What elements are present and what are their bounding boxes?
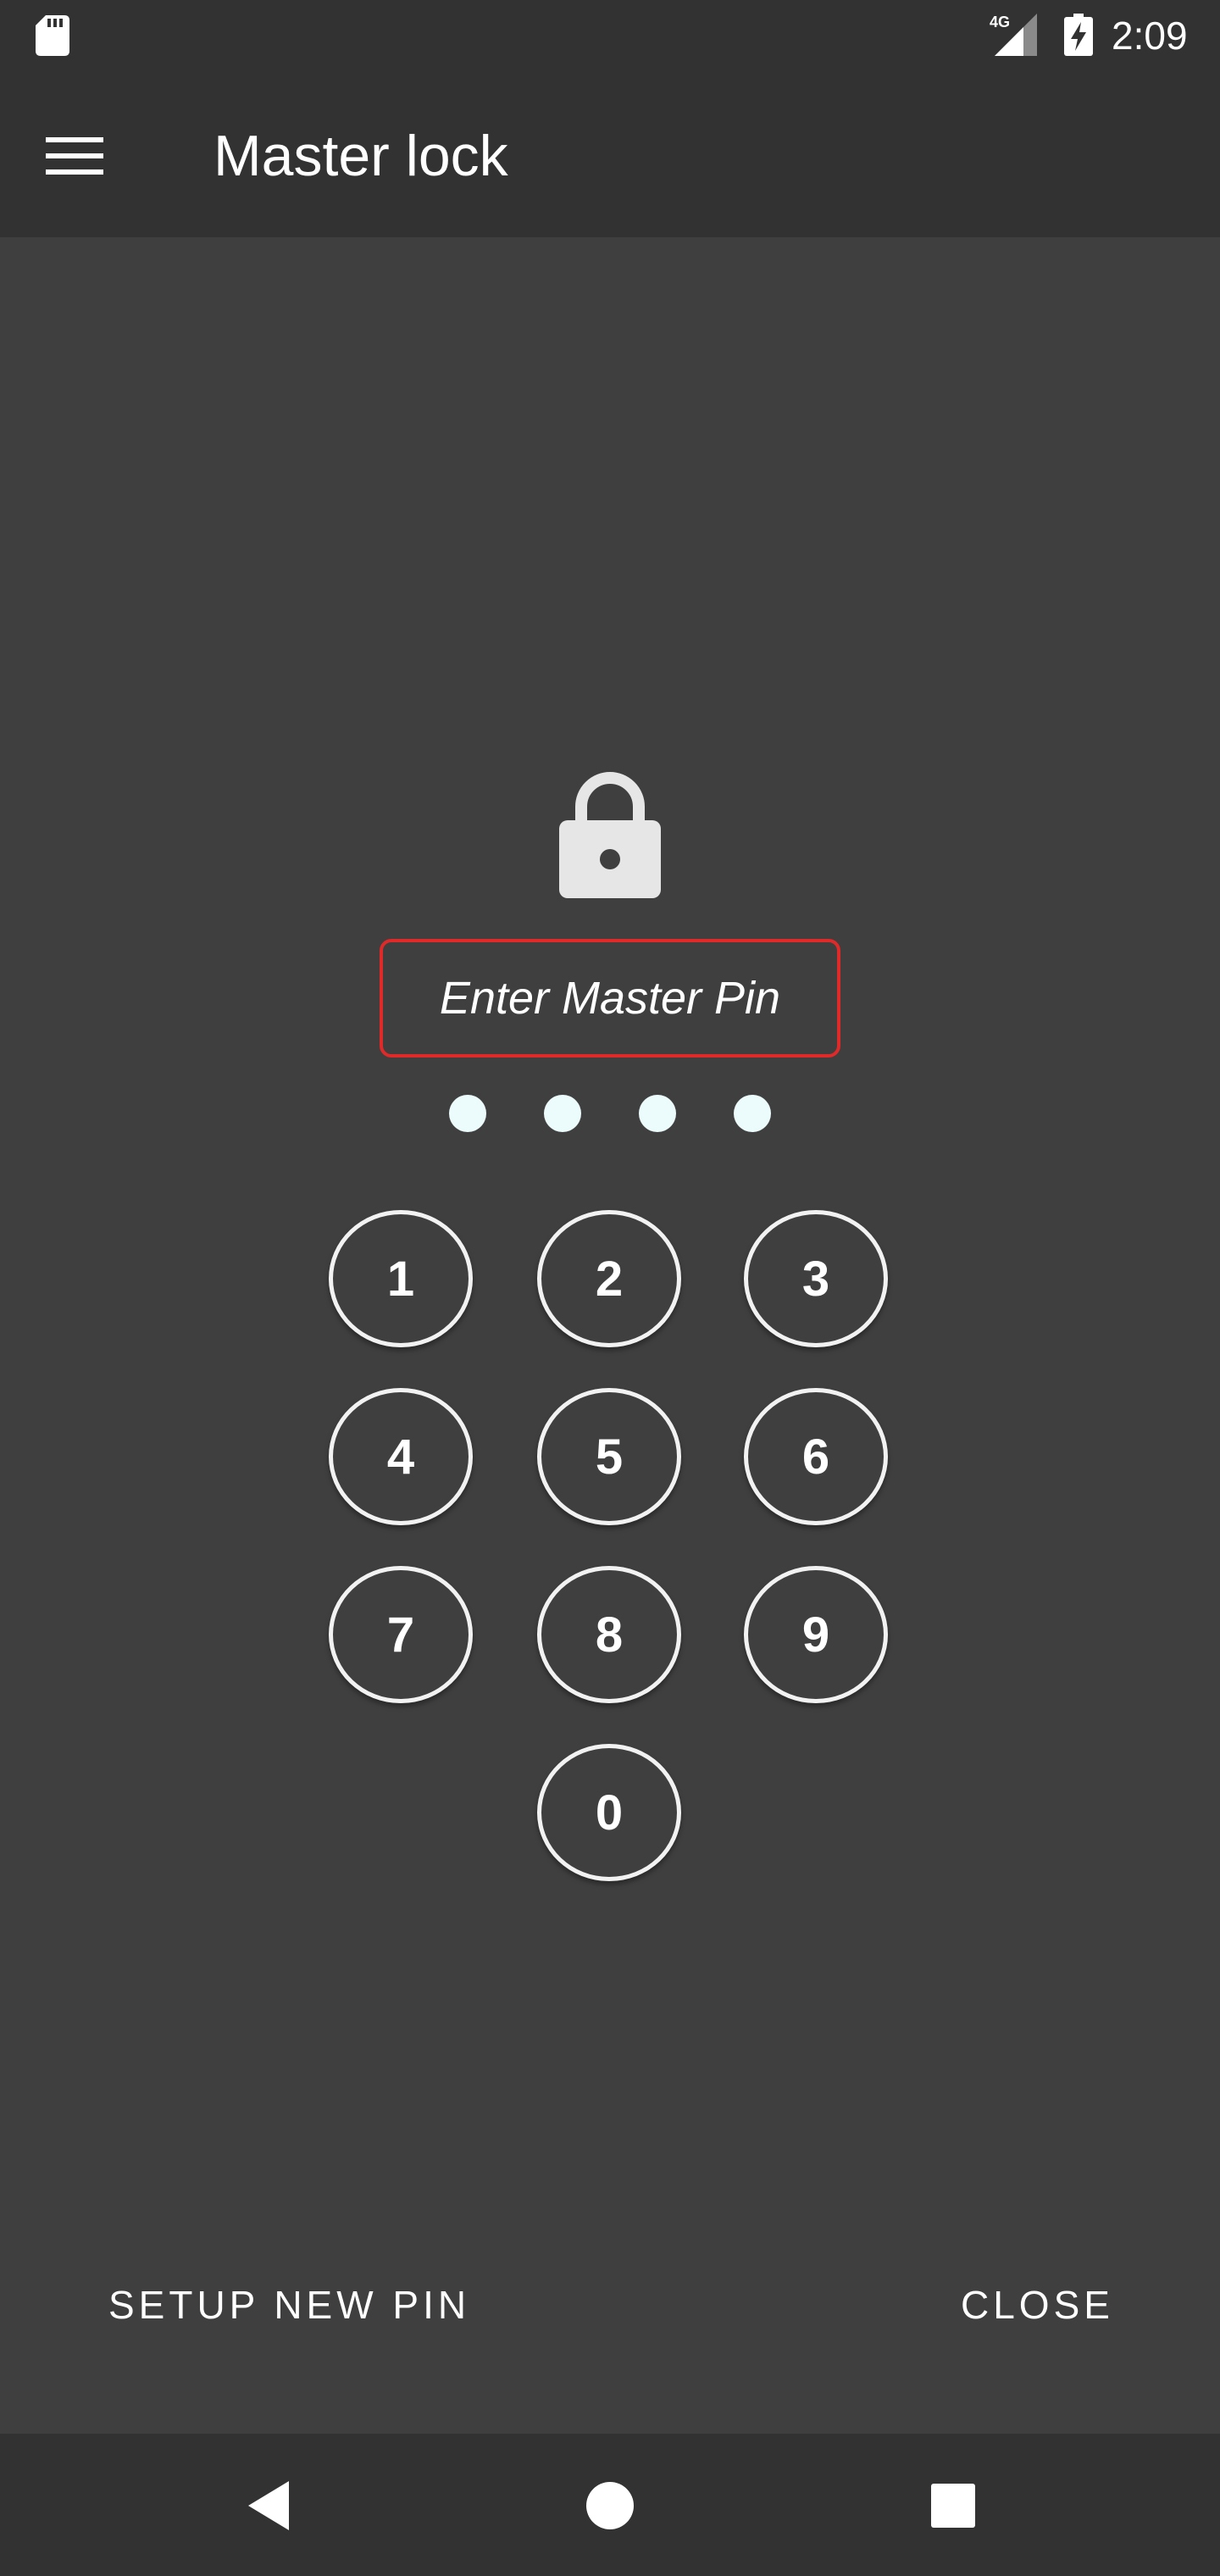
svg-text:4G: 4G — [990, 14, 1010, 31]
pin-dot — [449, 1095, 486, 1132]
sd-card-icon — [36, 15, 69, 56]
pin-indicator — [449, 1095, 788, 1135]
hamburger-menu-icon — [46, 137, 103, 175]
menu-button[interactable] — [34, 115, 115, 197]
keypad-key-4[interactable]: 4 — [329, 1388, 473, 1525]
pin-prompt-text: Enter Master Pin — [439, 973, 781, 1024]
status-time: 2:09 — [1112, 14, 1188, 58]
setup-new-pin-button[interactable]: SETUP NEW PIN — [108, 2278, 470, 2332]
recents-icon — [931, 2484, 975, 2528]
close-button[interactable]: CLOSE — [961, 2278, 1114, 2332]
pin-dot — [639, 1095, 676, 1132]
keypad-key-5[interactable]: 5 — [537, 1388, 681, 1525]
signal-4g-icon: 4G — [990, 14, 1037, 56]
page-title: Master lock — [214, 124, 508, 188]
navigation-bar — [0, 2434, 1220, 2576]
nav-recents-button[interactable] — [915, 2468, 991, 2544]
keypad-key-1[interactable]: 1 — [329, 1210, 473, 1347]
status-bar: 4G 2:09 — [0, 0, 1220, 71]
lock-icon — [559, 772, 661, 898]
app-bar: Master lock — [0, 71, 1220, 237]
nav-home-button[interactable] — [572, 2468, 648, 2544]
pin-dot — [734, 1095, 771, 1132]
battery-charging-icon — [1064, 14, 1093, 56]
keypad-key-8[interactable]: 8 — [537, 1566, 681, 1703]
keypad-key-6[interactable]: 6 — [744, 1388, 888, 1525]
pin-dot — [544, 1095, 581, 1132]
keypad-key-0[interactable]: 0 — [537, 1744, 681, 1881]
pin-prompt-box: Enter Master Pin — [380, 939, 840, 1058]
keypad-key-7[interactable]: 7 — [329, 1566, 473, 1703]
back-icon — [248, 2481, 289, 2530]
master-lock-screen: 4G 2:09 Master lock Enter Master Pin 1 2… — [0, 0, 1220, 2576]
keypad-key-9[interactable]: 9 — [744, 1566, 888, 1703]
home-icon — [586, 2482, 634, 2529]
keypad-key-3[interactable]: 3 — [744, 1210, 888, 1347]
keypad-key-2[interactable]: 2 — [537, 1210, 681, 1347]
nav-back-button[interactable] — [230, 2468, 307, 2544]
